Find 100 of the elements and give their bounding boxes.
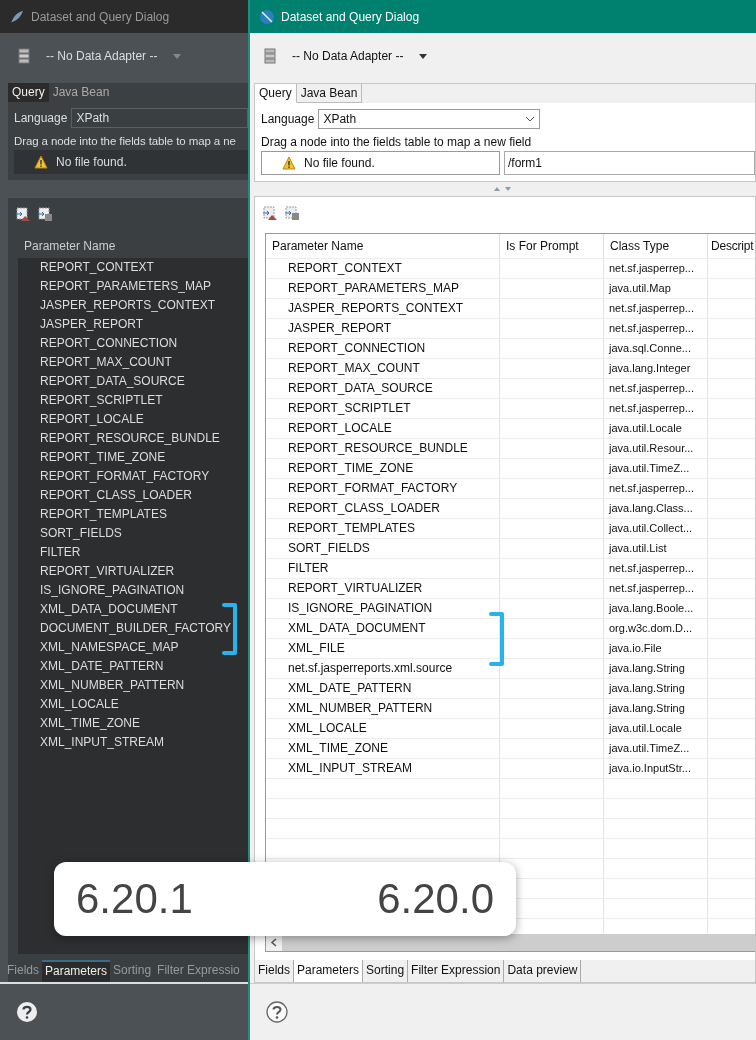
- table-cell-text: REPORT_MAX_COUNT: [39, 354, 173, 371]
- column-header[interactable]: Class Type: [604, 234, 708, 258]
- help-icon[interactable]: [266, 1001, 288, 1023]
- table-cell: REPORT_TIME_ZONE: [266, 459, 500, 478]
- table-cell: REPORT_CONTEXT: [266, 259, 500, 278]
- table-cell: java.io.InputStr...: [604, 759, 708, 778]
- tab[interactable]: Query: [255, 84, 297, 103]
- tab[interactable]: Data preview: [504, 960, 582, 982]
- table-cell-text: REPORT_CONNECTION: [39, 335, 179, 352]
- table-cell: java.util.Resour...: [604, 439, 708, 458]
- table-cell: org.w3c.dom.D...: [604, 619, 708, 638]
- tab[interactable]: Filter Expression: [408, 960, 505, 982]
- tab[interactable]: Query: [8, 83, 49, 102]
- table-cell: JASPER_REPORT: [266, 319, 500, 338]
- table-cell: REPORT_SCRIPTLET: [266, 399, 500, 418]
- table-cell-text: SORT_FIELDS: [39, 525, 123, 542]
- caret-icon: [419, 53, 428, 59]
- message-field: No file found.: [14, 150, 248, 174]
- table-cell: java.lang.Boole...: [604, 599, 708, 618]
- table-cell-text: IS_IGNORE_PAGINATION: [39, 582, 186, 599]
- table-cell: XML_INPUT_STREAM: [266, 759, 500, 778]
- table-cell-text: XML_LOCALE: [39, 696, 120, 713]
- table-cell: SORT_FIELDS: [266, 539, 500, 558]
- table-cell: XML_LOCALE: [266, 719, 500, 738]
- table-cell-text: REPORT_RESOURCE_BUNDLE: [39, 430, 221, 447]
- tab[interactable]: Parameters: [294, 960, 364, 982]
- table-cell: java.lang.String: [604, 659, 708, 678]
- warning-icon: [34, 155, 48, 169]
- hint-text: Drag a node into the fields table to map a new field: [261, 134, 533, 151]
- table-cell: net.sf.jasperrep...: [604, 579, 708, 598]
- table-cell-text: XML_DATE_PATTERN: [39, 658, 165, 675]
- warning-icon: [282, 156, 296, 170]
- table-cell-text: REPORT_CONTEXT: [39, 259, 155, 276]
- table-cell-text: JASPER_REPORTS_CONTEXT: [39, 297, 217, 314]
- table-cell: java.util.Locale: [604, 419, 708, 438]
- table-cell: REPORT_DATA_SOURCE: [266, 379, 500, 398]
- data-adapter-dropdown[interactable]: -- No Data Adapter --: [42, 47, 186, 65]
- table-cell: REPORT_TEMPLATES: [266, 519, 500, 538]
- table-cell: net.sf.jasperrep...: [604, 479, 708, 498]
- add-parameter-icon[interactable]: [16, 207, 30, 221]
- table-cell: REPORT_PARAMETERS_MAP: [266, 279, 500, 298]
- language-label: Language: [261, 112, 315, 126]
- table-cell: XML_NUMBER_PATTERN: [266, 699, 500, 718]
- table-cell: JASPER_REPORTS_CONTEXT: [266, 299, 500, 318]
- tab[interactable]: Fields: [4, 960, 42, 982]
- add-parameter-icon[interactable]: [263, 206, 277, 220]
- table-cell: REPORT_LOCALE: [266, 419, 500, 438]
- database-icon: [18, 48, 30, 64]
- language-dropdown[interactable]: XPath: [318, 109, 541, 129]
- table-cell: IS_IGNORE_PAGINATION: [266, 599, 500, 618]
- table-cell-text: JASPER_REPORT: [39, 316, 145, 333]
- app-icon: [259, 8, 275, 25]
- table-cell-text: REPORT_VIRTUALIZER: [39, 563, 176, 580]
- horizontal-scrollbar[interactable]: [266, 934, 755, 951]
- table-cell: XML_TIME_ZONE: [266, 739, 500, 758]
- table-cell-text: REPORT_FORMAT_FACTORY: [39, 468, 211, 485]
- hint-text: Drag a node into the fields table to map a ne: [14, 134, 237, 149]
- xpath-field[interactable]: /form1: [504, 151, 755, 175]
- table-cell-text: XML_TIME_ZONE: [39, 715, 142, 732]
- column-header[interactable]: Is For Prompt: [500, 234, 604, 258]
- message-field: No file found.: [261, 151, 500, 175]
- tab[interactable]: Java Bean: [296, 84, 363, 103]
- table-cell-text: XML_NUMBER_PATTERN: [39, 677, 186, 694]
- table-cell: java.util.Map: [604, 279, 708, 298]
- table-cell: XML_DATA_DOCUMENT: [266, 619, 500, 638]
- table-cell: java.util.Locale: [604, 719, 708, 738]
- table-cell: net.sf.jasperrep...: [604, 379, 708, 398]
- tab[interactable]: Parameters: [42, 960, 111, 982]
- table-cell: net.sf.jasperrep...: [604, 559, 708, 578]
- language-dropdown[interactable]: XPath: [71, 108, 248, 128]
- data-adapter-dropdown[interactable]: -- No Data Adapter --: [288, 47, 432, 65]
- table-cell: java.util.Collect...: [604, 519, 708, 538]
- window-title: Dataset and Query Dialog: [281, 9, 420, 24]
- table-cell-text: REPORT_PARAMETERS_MAP: [39, 278, 212, 295]
- delete-parameter-icon[interactable]: [38, 207, 52, 221]
- tab[interactable]: Sorting: [110, 960, 155, 982]
- tab[interactable]: Sorting: [363, 960, 409, 982]
- database-icon: [264, 48, 276, 64]
- tab[interactable]: Java Bean: [48, 83, 114, 102]
- table-cell: java.util.TimeZ...: [604, 739, 708, 758]
- table-cell: REPORT_MAX_COUNT: [266, 359, 500, 378]
- tab[interactable]: Filter Expressio: [154, 960, 243, 982]
- table-cell: REPORT_FORMAT_FACTORY: [266, 479, 500, 498]
- table-cell-text: REPORT_LOCALE: [39, 411, 145, 428]
- caret-icon: [173, 53, 182, 59]
- table-cell: net.sf.jasperrep...: [604, 299, 708, 318]
- table-cell: java.lang.Integer: [604, 359, 708, 378]
- table-cell: FILTER: [266, 559, 500, 578]
- table-cell-text: XML_DATA_DOCUMENT: [39, 601, 179, 618]
- table-cell: java.io.File: [604, 639, 708, 658]
- table-cell: XML_DATE_PATTERN: [266, 679, 500, 698]
- table-cell: java.lang.String: [604, 679, 708, 698]
- table-cell: java.lang.String: [604, 699, 708, 718]
- column-header[interactable]: Parameter Name: [18, 234, 248, 258]
- column-header[interactable]: Descript: [708, 234, 756, 258]
- table-cell: REPORT_CONNECTION: [266, 339, 500, 358]
- bracket-mark: [489, 612, 505, 668]
- help-icon[interactable]: [16, 1001, 38, 1023]
- language-label: Language: [14, 111, 68, 125]
- column-header[interactable]: Parameter Name: [266, 234, 500, 258]
